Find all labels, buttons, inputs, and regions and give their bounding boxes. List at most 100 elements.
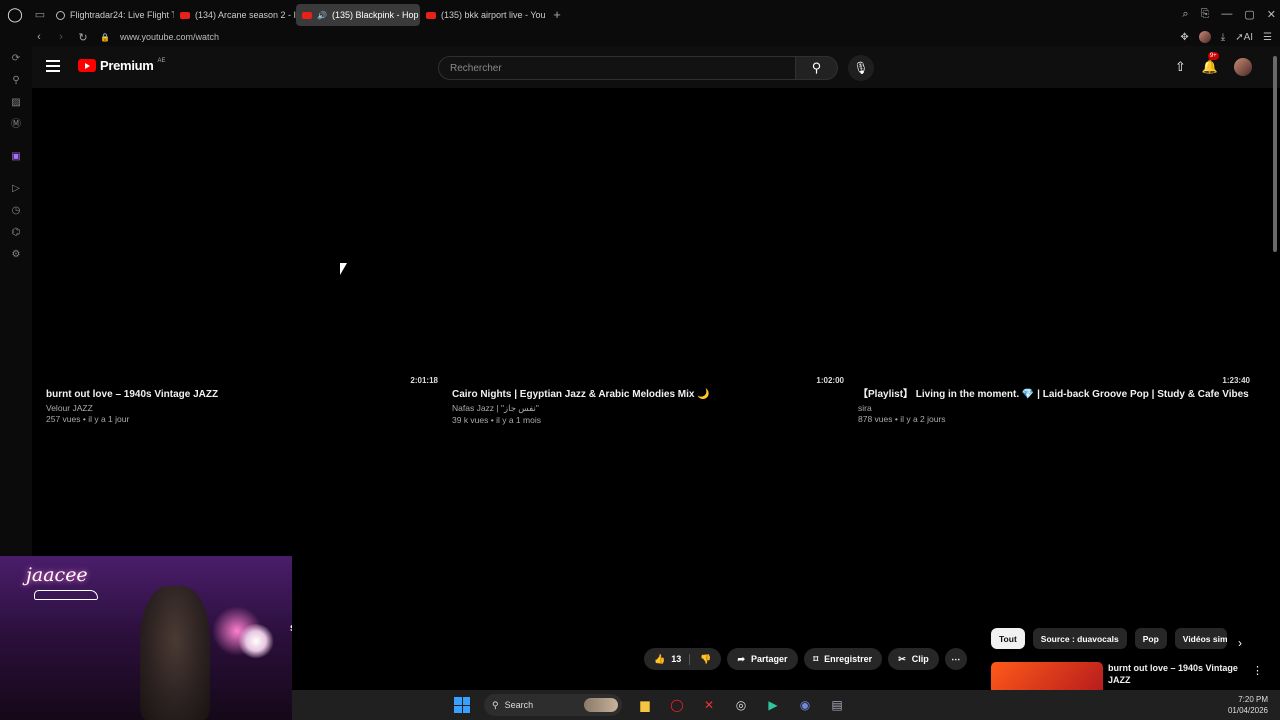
obs-icon[interactable]: ◎ [732, 696, 750, 714]
download-icon[interactable]: ⤓ [1221, 32, 1225, 43]
chip-similar[interactable]: Vidéos sim [1174, 628, 1227, 649]
clip-button[interactable]: ✂ Clip [888, 648, 939, 670]
like-count: 13 [671, 654, 682, 664]
extensions-sidebar-icon[interactable]: ⌬ [0, 222, 32, 244]
country-code: AE [157, 57, 166, 64]
chip-source[interactable]: Source : duavocals [1032, 628, 1127, 649]
bell-icon: 🔔 [1201, 59, 1218, 74]
player-icon[interactable]: ▷ [0, 178, 32, 200]
kebab-menu-icon[interactable]: ⋮ [1252, 664, 1263, 677]
video-meta: 257 vues • il y a 1 jour [46, 414, 130, 424]
profile-icon[interactable] [1198, 31, 1211, 43]
new-tab-button[interactable]: + [550, 7, 564, 22]
recommended-title[interactable]: burnt out love – 1940s Vintage JAZZ [1108, 662, 1258, 686]
video-card[interactable]: 2:01:18 burnt out love – 1940s Vintage J… [46, 376, 438, 424]
upload-icon[interactable]: ⇧ [1175, 59, 1186, 75]
tab-snap-icon[interactable]: ⎘ [1201, 8, 1210, 21]
page-scrollbar[interactable] [1273, 56, 1277, 252]
clock-time: 7:20 PM [1238, 695, 1268, 704]
close-icon[interactable]: ✕ [1267, 8, 1276, 21]
opera-sidebar: ⟳ ⚲ ▨ Ⓜ ▣ ▷ ◷ ⌬ ⚙ [0, 46, 32, 556]
recommended-video[interactable]: burnt out love – 1940s Vintage JAZZ ⋮ [991, 662, 1271, 690]
maximize-icon[interactable]: ▢ [1244, 8, 1254, 21]
search-tabs-icon[interactable]: ⌕ [1182, 8, 1188, 21]
video-thumbnail[interactable] [991, 662, 1103, 690]
notifications-button[interactable]: 🔔 9+ [1201, 52, 1219, 75]
minimize-icon[interactable]: — [1221, 8, 1232, 20]
extensions-icon[interactable]: ✥ [1180, 32, 1188, 43]
youtube-logo[interactable]: Premium AE [78, 58, 166, 73]
aria-icon[interactable]: Ⓜ [0, 114, 32, 136]
opera-logo-icon[interactable]: ◯ [0, 0, 30, 28]
address-bar-tools: ✥ ⤓ ➚AI ☰ [1180, 28, 1272, 46]
windows-start-icon[interactable] [454, 697, 470, 713]
video-card[interactable]: 1:02:00 Cairo Nights | Egyptian Jazz & A… [452, 376, 844, 425]
clock-icon[interactable]: ◷ [0, 200, 32, 222]
discord-icon[interactable]: ◉ [796, 696, 814, 714]
chip-all[interactable]: Tout [991, 628, 1025, 649]
back-icon[interactable]: ‹ [30, 31, 48, 43]
video-player-area[interactable]: 2:01:18 burnt out love – 1940s Vintage J… [32, 88, 1272, 618]
video-meta: 878 vues • il y a 2 jours [858, 414, 946, 424]
tab-label: (134) Arcane season 2 - I [195, 10, 296, 20]
taskbar-search-label: Search [504, 700, 534, 710]
webcam-overlay: jaacee s [0, 556, 292, 720]
like-button[interactable]: 👍 13 [654, 653, 691, 665]
workspace-icon[interactable]: ▭ [30, 0, 50, 28]
opera-icon[interactable]: ◯ [668, 696, 686, 714]
reload-icon[interactable]: ↻ [74, 31, 92, 44]
taskbar-search[interactable]: ⚲ Search [484, 694, 622, 716]
tab-blackpink[interactable]: 🔊 (135) Blackpink - Hop [296, 4, 420, 26]
voice-search-button[interactable]: 🎙 [848, 55, 874, 81]
video-title[interactable]: burnt out love – 1940s Vintage JAZZ [46, 388, 438, 401]
video-title[interactable]: Cairo Nights | Egyptian Jazz & Arabic Me… [452, 388, 844, 401]
settings-icon[interactable]: ⚙ [0, 244, 32, 266]
shopping-icon[interactable]: ⚲ [0, 70, 32, 92]
browser-tab-bar: ◯ ▭ Flightradar24: Live Flight T (134) A… [0, 0, 1280, 28]
speaker-icon[interactable]: 🔊 [317, 11, 327, 20]
pinboard-icon[interactable]: ▨ [0, 92, 32, 114]
tab-arcane[interactable]: (134) Arcane season 2 - I [174, 4, 296, 26]
channel-name[interactable]: sira [858, 403, 1250, 413]
menu-icon[interactable] [46, 60, 60, 72]
dislike-button[interactable]: 👎 [690, 654, 721, 665]
like-dislike-group: 👍 13 👎 [644, 648, 722, 670]
search-button[interactable]: ⚲ [796, 56, 838, 80]
more-icon: ⋯ [951, 653, 961, 664]
channel-name[interactable]: Nafas Jazz | "نفس جاز" [452, 403, 844, 414]
tab-bkk-airport[interactable]: (135) bkk airport live - You [420, 4, 546, 26]
save-button[interactable]: ⌑ Enregistrer [803, 648, 883, 670]
system-clock[interactable]: 7:20 PM 01/04/2026 [1228, 694, 1268, 716]
tab-flightradar[interactable]: Flightradar24: Live Flight T [50, 4, 174, 26]
chip-pop[interactable]: Pop [1134, 628, 1167, 649]
app-icon[interactable]: ▤ [828, 696, 846, 714]
filter-chips: Tout Source : duavocals Pop Vidéos sim [991, 628, 1227, 649]
forward-icon[interactable]: › [52, 31, 70, 43]
video-duration: 2:01:18 [410, 376, 438, 385]
chevron-right-icon[interactable]: › [1238, 636, 1242, 650]
taskbar-apps: ⚲ Search ▆ ◯ ✕ ◎ ▶ ◉ ▤ [454, 690, 846, 720]
share-label: Partager [751, 654, 788, 664]
search-input[interactable]: Rechercher [438, 56, 796, 80]
twitch-icon[interactable]: ▣ [0, 146, 32, 168]
video-card[interactable]: 1:23:40 【Playlist】 Living in the moment.… [858, 376, 1250, 424]
scissors-icon: ✂ [898, 653, 906, 664]
url-field[interactable]: www.youtube.com/watch [120, 32, 219, 42]
capcut-icon[interactable]: ✕ [700, 696, 718, 714]
easy-setup-icon[interactable]: ☰ [1263, 32, 1272, 43]
streamlabs-icon[interactable]: ▶ [764, 696, 782, 714]
channel-name[interactable]: Velour JAZZ [46, 403, 438, 413]
file-explorer-icon[interactable]: ▆ [636, 696, 654, 714]
search-icon: ⚲ [811, 60, 822, 75]
ai-label: AI [1243, 31, 1254, 43]
video-title[interactable]: 【Playlist】 Living in the moment. 💎 | Lai… [858, 388, 1250, 401]
history-icon[interactable]: ⟳ [0, 48, 32, 70]
youtube-icon [302, 11, 312, 19]
notification-badge: 9+ [1207, 52, 1219, 60]
aria-ai-button[interactable]: ➚AI [1235, 32, 1253, 43]
more-actions-button[interactable]: ⋯ [944, 648, 967, 670]
streamer-handle: jaacee [26, 564, 88, 586]
avatar[interactable] [1234, 58, 1252, 76]
share-button[interactable]: ➦ Partager [727, 648, 798, 670]
bookmark-icon: ⌑ [813, 653, 819, 664]
